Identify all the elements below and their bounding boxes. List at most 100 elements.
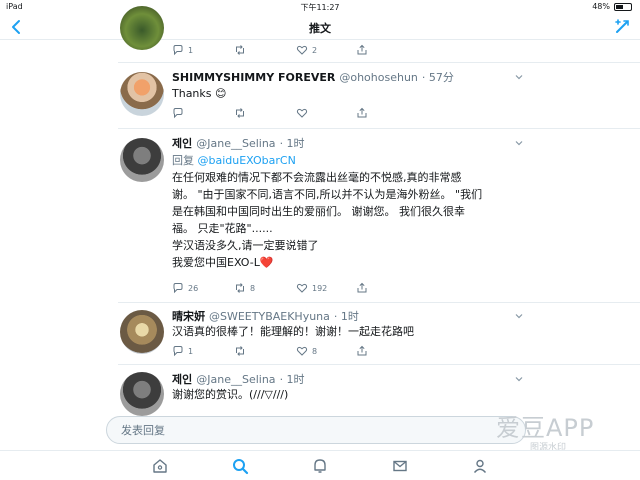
like-count: 8	[312, 346, 318, 356]
tweet-text-line: 学汉语没多久,请一定要说错了	[172, 239, 319, 252]
profile-icon[interactable]	[471, 457, 489, 475]
avatar[interactable]	[120, 310, 164, 354]
like-icon	[296, 283, 308, 293]
like-button[interactable]: 2	[296, 44, 317, 56]
compose-tweet-icon[interactable]	[612, 17, 632, 37]
share-icon	[357, 282, 367, 293]
tweet-actions: 1 2	[172, 44, 412, 58]
watermark-main: 爱豆APP	[496, 414, 595, 442]
battery-status: 48%	[592, 2, 632, 11]
share-icon	[357, 44, 367, 55]
divider	[118, 62, 640, 63]
avatar[interactable]	[120, 372, 164, 416]
reply-icon	[173, 346, 183, 357]
divider	[118, 128, 640, 129]
share-icon	[357, 345, 367, 356]
tweet-time: · 1时	[333, 310, 359, 323]
retweet-button[interactable]	[234, 44, 250, 56]
reply-context: 回复 @baiduEXObarCN	[172, 152, 296, 169]
retweet-icon	[236, 283, 244, 293]
reply-composer[interactable]	[106, 416, 526, 444]
retweet-button[interactable]: 8	[234, 282, 255, 294]
tweet-text-line: 我爱您中国EXO-L❤️	[172, 256, 274, 269]
retweet-icon	[236, 346, 244, 356]
display-name[interactable]: 제인	[172, 373, 192, 386]
tweet-time: · 1时	[279, 373, 305, 386]
like-icon	[296, 108, 308, 118]
nav-bar: 推文	[0, 14, 640, 40]
home-icon[interactable]	[151, 457, 169, 475]
reply-prefix: 回复	[172, 154, 198, 167]
reply-button[interactable]: 1	[172, 44, 193, 56]
like-button[interactable]: 192	[296, 282, 327, 294]
chevron-down-icon[interactable]	[514, 138, 524, 148]
tweet-text: 谢谢您的赏识。(///▽///)	[172, 388, 289, 401]
search-icon[interactable]	[231, 457, 249, 475]
page-title: 推文	[309, 22, 331, 35]
reply-icon	[173, 108, 183, 119]
share-button[interactable]	[356, 282, 368, 294]
avatar[interactable]	[120, 138, 164, 182]
tweet-text-line: 福。 只走"花路"......	[172, 222, 273, 235]
chevron-down-icon[interactable]	[514, 72, 524, 82]
display-name[interactable]: 晴宋姸	[172, 310, 205, 323]
tweet-text: 汉语真的很棒了！能理解的！谢谢！一起走花路吧	[172, 325, 414, 338]
display-name[interactable]: SHIMMYSHIMMY FOREVER	[172, 71, 335, 84]
tweet-time: · 1时	[279, 137, 305, 150]
user-handle[interactable]: @Jane__Selina	[196, 373, 275, 386]
reply-icon	[173, 283, 183, 294]
battery-percent: 48%	[592, 2, 610, 11]
avatar[interactable]	[120, 6, 164, 50]
clock: 下午11:27	[300, 3, 340, 12]
reply-count: 1	[188, 45, 194, 55]
tweet-header: 晴宋姸 @SWEETYBAEKHyuna · 1时	[172, 308, 359, 324]
like-count: 2	[312, 45, 318, 55]
tweet-text-line: 在任何艰难的情况下都不会流露出丝毫的不悦感,真的非常感	[172, 171, 462, 184]
retweet-button[interactable]	[234, 345, 250, 357]
retweet-icon	[236, 45, 244, 55]
tweet-header: SHIMMYSHIMMY FOREVER @ohohosehun · 57分	[172, 69, 454, 85]
user-handle[interactable]: @Jane__Selina	[196, 137, 275, 150]
mention-link[interactable]: @baiduEXObarCN	[198, 154, 296, 167]
tweet-header: 제인 @Jane__Selina · 1时	[172, 135, 305, 151]
chevron-down-icon[interactable]	[514, 374, 524, 384]
tweet-text-line: 是在韩国和中国同时出生的爱丽们。 谢谢您。 我们很久很幸	[172, 205, 465, 218]
like-icon	[296, 346, 308, 356]
user-handle[interactable]: @ohohosehun	[339, 71, 418, 84]
reply-button[interactable]	[172, 107, 188, 119]
status-bar: iPad 下午11:27 48%	[0, 0, 640, 14]
messages-icon[interactable]	[391, 457, 409, 475]
reply-count: 1	[188, 346, 194, 356]
avatar[interactable]	[120, 72, 164, 116]
retweet-button[interactable]	[234, 107, 250, 119]
display-name[interactable]: 제인	[172, 137, 192, 150]
like-button[interactable]	[296, 107, 312, 119]
notifications-icon[interactable]	[311, 457, 329, 475]
divider	[118, 302, 640, 303]
tweet-header: 제인 @Jane__Selina · 1时	[172, 371, 305, 387]
user-handle[interactable]: @SWEETYBAEKHyuna	[209, 310, 330, 323]
reply-count: 26	[188, 283, 199, 293]
tweet-text: Thanks 😊	[172, 87, 227, 100]
like-button[interactable]: 8	[296, 345, 317, 357]
watermark: 爱豆APP 图源水印	[496, 406, 616, 456]
chevron-down-icon[interactable]	[514, 311, 524, 321]
share-button[interactable]	[356, 345, 368, 357]
retweet-icon	[236, 108, 244, 118]
like-count: 192	[312, 283, 328, 293]
reply-button[interactable]: 26	[172, 282, 198, 294]
reply-icon	[173, 45, 183, 56]
tweet-actions: 1 8	[172, 345, 412, 359]
tweet-actions: 26 8 192	[172, 282, 412, 296]
tweet-text-line: 谢。 "由于国家不同,语言不同,所以并不认为是海外粉丝。 "我们	[172, 188, 483, 201]
reply-input[interactable]	[107, 417, 525, 443]
retweet-count: 8	[250, 283, 256, 293]
tab-bar	[0, 450, 640, 480]
share-button[interactable]	[356, 107, 368, 119]
battery-icon	[614, 2, 632, 11]
tweet-actions	[172, 107, 412, 121]
reply-button[interactable]: 1	[172, 345, 193, 357]
divider	[118, 364, 640, 365]
like-icon	[296, 45, 308, 55]
share-button[interactable]	[356, 44, 368, 56]
